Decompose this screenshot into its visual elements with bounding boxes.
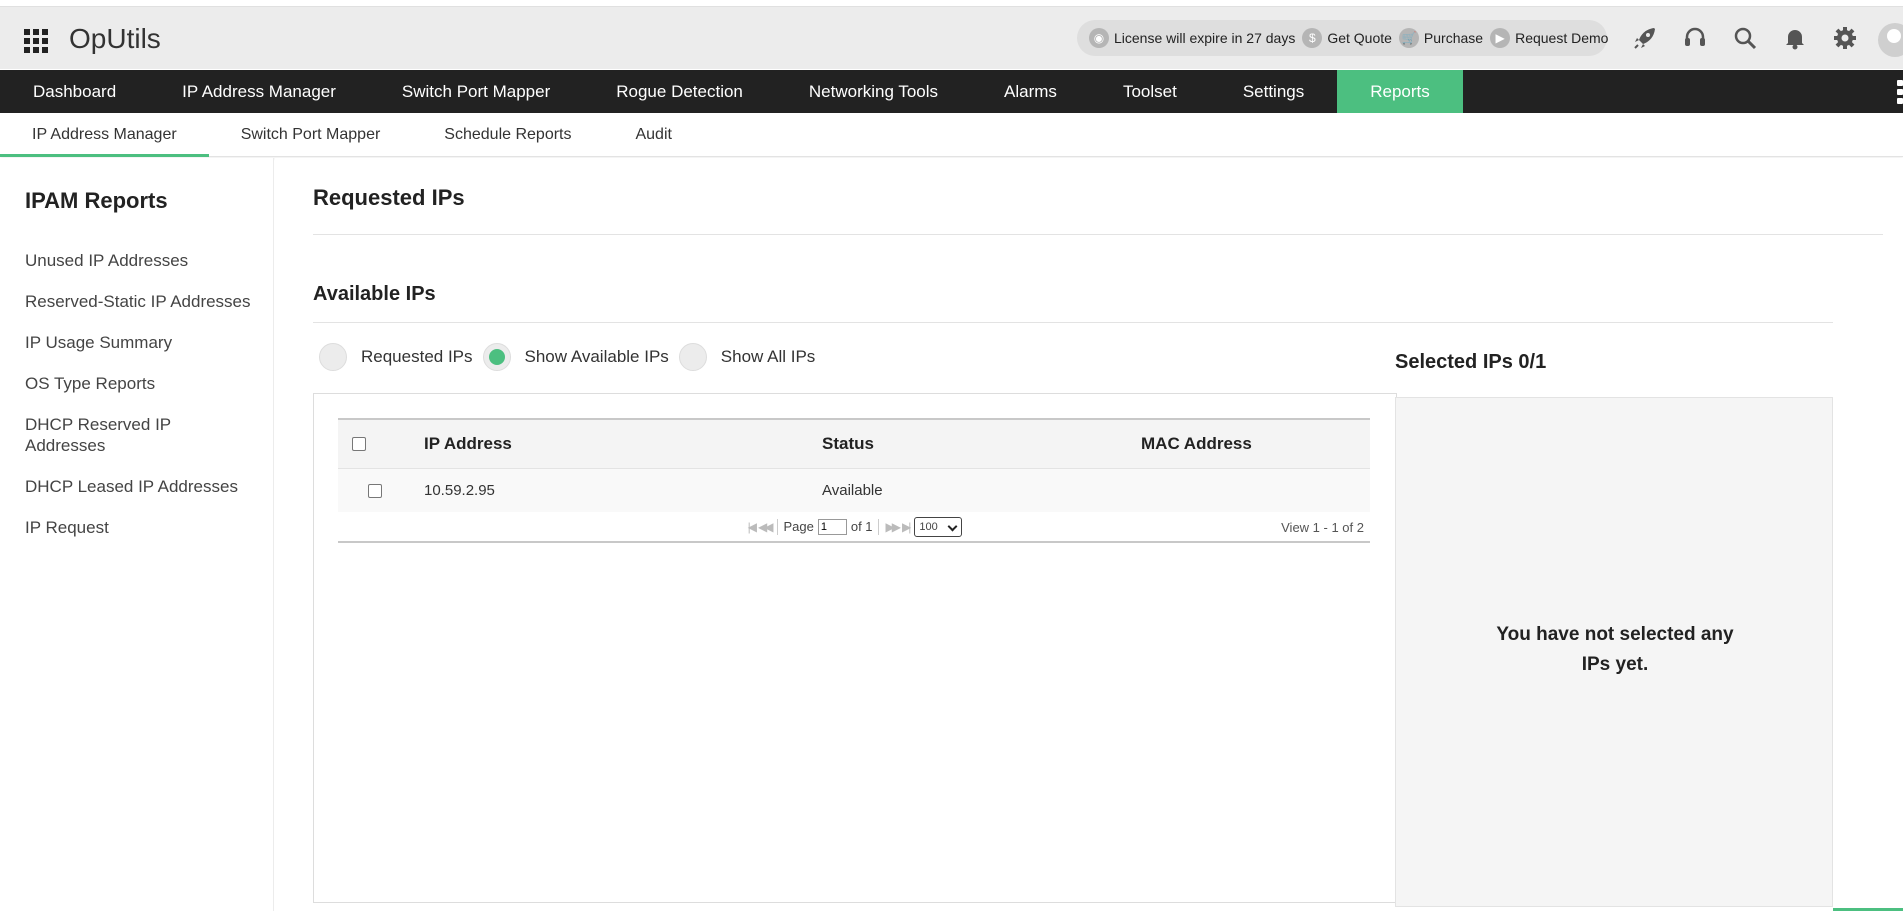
radio-show-available-ips[interactable] [482,343,511,371]
selected-ips-panel: You have not selected any IPs yet. [1395,397,1833,907]
prev-page-icon[interactable]: ◀◀ [758,520,774,534]
radio-label-requested-ips[interactable]: Requested IPs [361,347,473,367]
section-title: Available IPs [313,283,436,305]
radio-show-all-ips[interactable] [678,343,707,371]
radio-requested-ips[interactable] [319,343,347,371]
column-header-status[interactable]: Status [822,434,1141,454]
pager-divider [877,518,879,535]
last-page-icon[interactable]: ▶| [902,520,912,534]
sidebar-item-unused-ip[interactable]: Unused IP Addresses [25,250,260,271]
nav-reports[interactable]: Reports [1337,70,1463,113]
nav-settings[interactable]: Settings [1210,70,1337,113]
header-icons [1628,21,1878,55]
purchase-label: Purchase [1423,30,1484,46]
page-label: Page [783,519,814,534]
sidebar-item-dhcp-reserved-ip[interactable]: DHCP Reserved IP Addresses [25,414,185,456]
app-title: OpUtils [69,23,161,54]
filter-radio-group: Requested IPs Show Available IPs Show Al… [319,343,825,371]
demo-icon: ▶ [1490,28,1511,48]
request-demo-label: Request Demo [1515,30,1609,46]
subtab-audit[interactable]: Audit [603,113,703,157]
app-grid-icon[interactable] [24,29,48,53]
main-nav: Dashboard IP Address Manager Switch Port… [0,70,1903,113]
main-content: Requested IPs Available IPs Requested IP… [275,158,1903,911]
page-number-input[interactable] [817,518,847,535]
sidebar-item-reserved-static-ip[interactable]: Reserved-Static IP Addresses [25,291,260,312]
sub-nav: IP Address Manager Switch Port Mapper Sc… [0,113,1903,157]
pager-divider [777,518,779,535]
row-checkbox[interactable] [368,483,382,498]
column-header-mac[interactable]: MAC Address [1141,434,1370,454]
subtab-switch-port-mapper[interactable]: Switch Port Mapper [209,113,413,157]
sidebar-item-os-type-reports[interactable]: OS Type Reports [25,373,260,394]
nav-alarms[interactable]: Alarms [971,70,1090,113]
nav-dashboard[interactable]: Dashboard [0,70,149,113]
nav-ip-address-manager[interactable]: IP Address Manager [149,70,369,113]
cart-icon: 🛒 [1398,28,1419,48]
nav-rogue-detection[interactable]: Rogue Detection [583,70,776,113]
rocket-icon[interactable] [1628,21,1662,55]
subtab-schedule-reports[interactable]: Schedule Reports [412,113,603,157]
gear-icon[interactable] [1828,21,1862,55]
sidebar: IPAM Reports Unused IP Addresses Reserve… [0,158,274,911]
headset-icon[interactable] [1678,21,1712,55]
sidebar-item-ip-request[interactable]: IP Request [25,517,260,538]
sidebar-links: Unused IP Addresses Reserved-Static IP A… [25,250,260,558]
nav-networking-tools[interactable]: Networking Tools [776,70,971,113]
page-title: Requested IPs [313,185,465,210]
bell-icon[interactable] [1778,21,1812,55]
cell-ip: 10.59.2.95 [424,482,495,499]
top-header: OpUtils ◉ License will expire in 27 days… [0,6,1903,69]
divider [313,234,1883,235]
get-quote-link[interactable]: $ Get Quote [1302,28,1392,48]
first-page-icon[interactable]: |◀ [748,520,758,534]
pager: |◀ ◀◀ Page of 1 ▶▶ ▶| 100 View 1 - 1 of … [338,512,1370,543]
view-count: View 1 - 1 of 2 [1281,520,1364,535]
avatar[interactable] [1878,23,1903,57]
select-all-cell [338,437,424,451]
search-icon[interactable] [1728,21,1762,55]
sidebar-item-ip-usage-summary[interactable]: IP Usage Summary [25,332,260,353]
more-menu-icon[interactable] [1897,80,1903,104]
select-all-checkbox[interactable] [352,437,366,451]
dollar-icon: $ [1302,28,1323,48]
radio-label-show-available-ips[interactable]: Show Available IPs [525,347,669,367]
divider [313,322,1833,323]
ip-grid-container: IP Address Status MAC Address 10.59.2.95… [313,393,1397,903]
table-header: IP Address Status MAC Address [338,420,1370,469]
page-size-select[interactable]: 100 [914,516,963,537]
license-bar: ◉ License will expire in 27 days $ Get Q… [1077,20,1608,56]
ip-table: IP Address Status MAC Address 10.59.2.95… [338,418,1370,543]
license-text: License will expire in 27 days [1114,30,1296,46]
row-select-cell [338,483,424,498]
empty-selection-message: You have not selected any IPs yet. [1496,624,1734,675]
sidebar-title: IPAM Reports [25,188,168,213]
nav-switch-port-mapper[interactable]: Switch Port Mapper [369,70,583,113]
table-row[interactable]: 10.59.2.95 Available [338,469,1370,512]
subtab-ip-address-manager[interactable]: IP Address Manager [0,113,209,157]
license-info[interactable]: ◉ License will expire in 27 days [1089,28,1295,48]
radio-label-show-all-ips[interactable]: Show All IPs [721,347,816,367]
sidebar-item-dhcp-leased-ip[interactable]: DHCP Leased IP Addresses [25,476,260,497]
get-quote-label: Get Quote [1327,30,1392,46]
license-icon: ◉ [1089,28,1109,48]
nav-toolset[interactable]: Toolset [1090,70,1210,113]
selected-ips-title: Selected IPs 0/1 [1395,351,1547,373]
request-demo-link[interactable]: ▶ Request Demo [1490,28,1608,48]
purchase-link[interactable]: 🛒 Purchase [1398,28,1484,48]
page-of-label: of 1 [850,519,873,534]
column-header-ip[interactable]: IP Address [424,434,822,454]
cell-status: Available [822,482,883,499]
next-page-icon[interactable]: ▶▶ [886,520,902,534]
